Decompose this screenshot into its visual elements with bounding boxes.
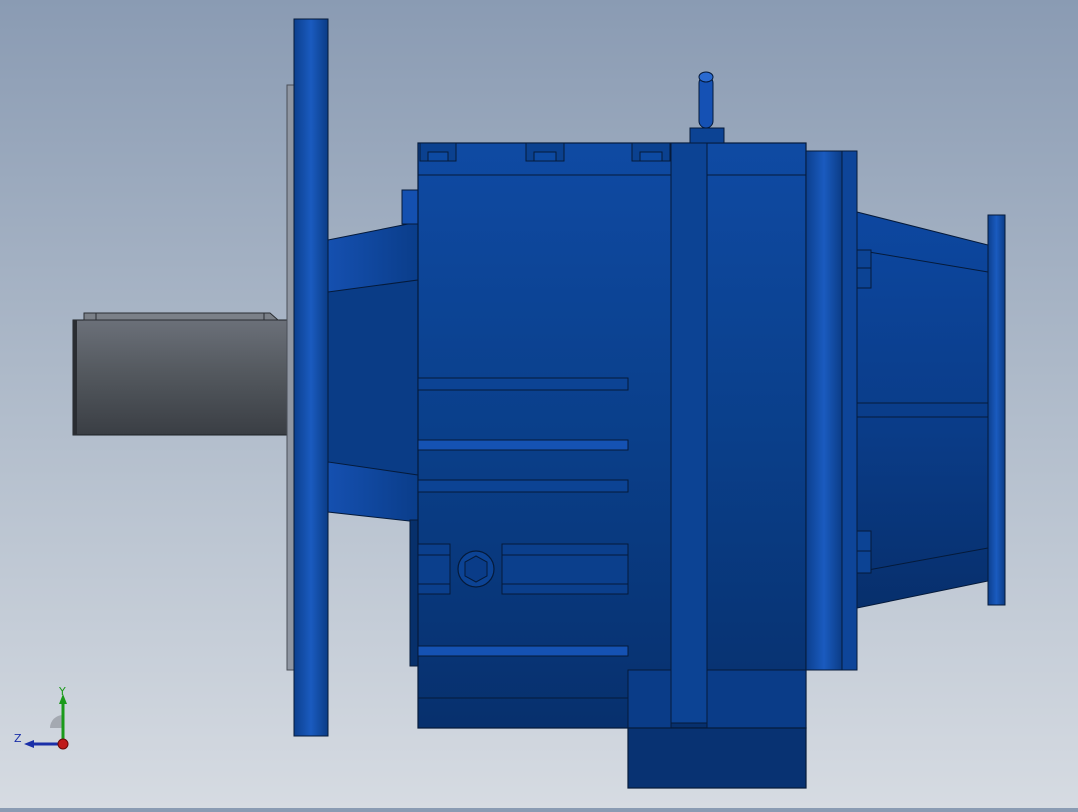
triad-plane [50,715,63,728]
input-flange[interactable] [805,150,843,671]
cone-housing [327,189,419,667]
y-axis-label: Y [58,685,66,698]
shaft-key [83,312,280,321]
gearbox-housing[interactable] [417,142,807,789]
motor-flange[interactable] [987,214,1006,606]
orientation-triad[interactable]: Y Z [10,684,80,754]
output-flange[interactable] [293,18,329,737]
x-axis-icon [57,738,69,750]
mounting-foot [627,727,807,789]
output-shaft[interactable] [72,312,292,436]
housing-split-band [670,142,708,724]
lifting-eye[interactable] [689,71,725,144]
motor-adapter[interactable] [856,211,989,609]
drain-plug[interactable] [457,550,495,588]
gearbox-model[interactable] [0,0,1078,808]
z-axis-label: Z [14,732,22,745]
3d-viewport[interactable]: Y Z [0,0,1078,808]
